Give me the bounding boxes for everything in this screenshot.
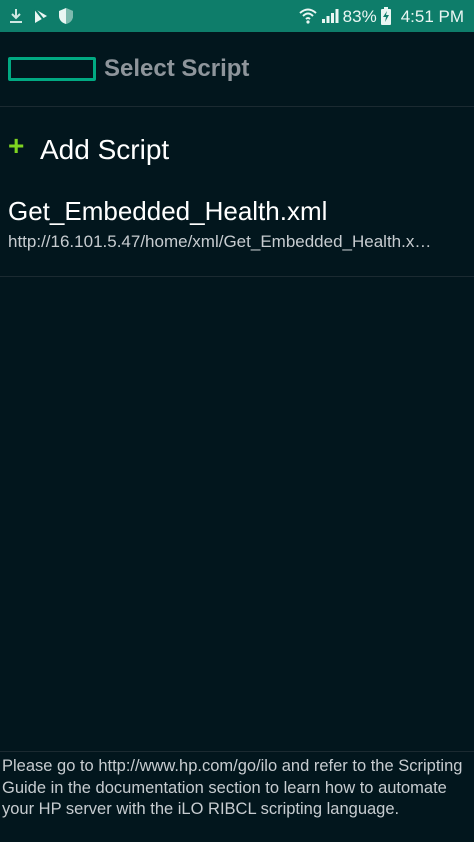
list-divider (0, 276, 474, 277)
screen: 83% 4:51 PM Select Script + Add Script G… (0, 0, 474, 842)
plus-icon: + (8, 130, 25, 161)
page-title: Select Script (104, 55, 250, 82)
status-right: 83% 4:51 PM (298, 6, 464, 26)
wifi-icon (298, 8, 317, 24)
hpe-logo-icon[interactable] (8, 57, 96, 81)
header-divider (0, 106, 474, 107)
script-name: Get_Embedded_Health.xml (8, 196, 328, 226)
app-header: Select Script (0, 32, 474, 106)
battery-percent: 83% (342, 6, 377, 26)
battery-charging-icon (380, 7, 391, 25)
add-script-button[interactable]: + Add Script (0, 124, 474, 176)
script-url: http://16.101.5.47/home/xml/Get_Embedded… (8, 232, 432, 251)
status-left (8, 7, 74, 25)
download-icon (8, 7, 24, 25)
footer-divider (0, 751, 474, 752)
footer-note: Please go to http://www.hp.com/go/ilo an… (2, 757, 463, 818)
add-script-label: Add Script (40, 134, 170, 165)
status-bar: 83% 4:51 PM (0, 0, 474, 32)
list-item[interactable]: Get_Embedded_Health.xml http://16.101.5.… (0, 192, 474, 274)
shield-icon (58, 7, 74, 25)
clock: 4:51 PM (400, 6, 464, 26)
play-store-icon (32, 7, 50, 25)
signal-icon (321, 8, 339, 24)
